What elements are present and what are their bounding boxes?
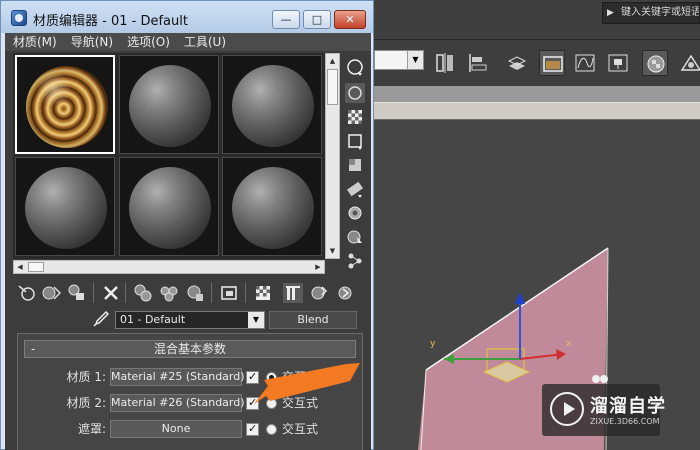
tutorial-arrow-overlay <box>254 363 360 404</box>
watermark-url: ZIXUE.3D66.COM <box>590 417 660 426</box>
watermark-title: 溜溜自学 <box>590 396 666 417</box>
site-watermark: 溜溜自学 ZIXUE.3D66.COM <box>542 384 665 436</box>
play-logo-icon <box>550 392 584 426</box>
annotation-arrow-icon <box>254 363 360 404</box>
